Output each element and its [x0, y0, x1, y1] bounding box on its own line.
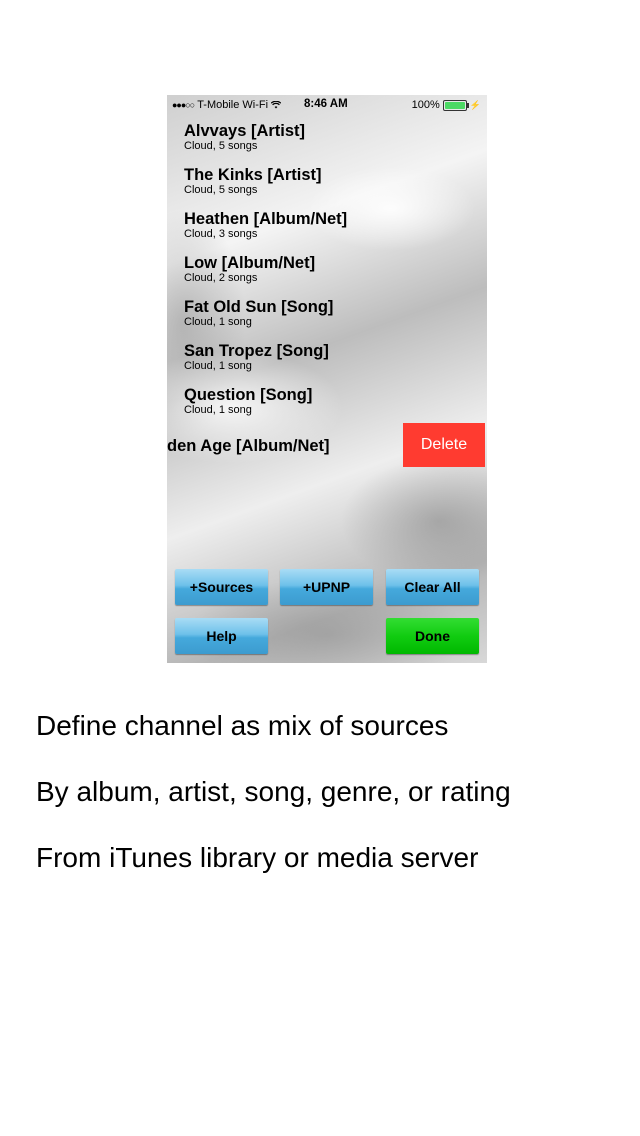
source-list: Alvvays [Artist] Cloud, 5 songs The Kink… — [167, 122, 474, 474]
item-title: Heathen [Album/Net] — [184, 210, 348, 228]
item-subtitle: Cloud, 2 songs — [184, 272, 258, 284]
done-button[interactable]: Done — [386, 618, 479, 654]
item-title: Low [Album/Net] — [184, 254, 316, 272]
status-bar: ●●●○○ T-Mobile Wi-Fi 8:46 AM 100% ⚡ — [167, 95, 487, 115]
item-title: Alvvays [Artist] — [184, 122, 306, 140]
clear-all-button[interactable]: Clear All — [386, 569, 479, 605]
wifi-icon — [271, 101, 282, 109]
item-subtitle: Cloud, 3 songs — [184, 228, 258, 240]
item-subtitle: Cloud, 5 songs — [184, 184, 258, 196]
item-subtitle: Cloud, 1 song — [184, 360, 252, 372]
add-sources-button[interactable]: +Sources — [175, 569, 268, 605]
phone-screenshot: ●●●○○ T-Mobile Wi-Fi 8:46 AM 100% ⚡ Alvv… — [167, 95, 487, 663]
list-item[interactable]: Low [Album/Net] Cloud, 2 songs — [184, 254, 474, 298]
signal-strength-icon: ●●●○○ — [172, 100, 195, 110]
list-item[interactable]: Fat Old Sun [Song] Cloud, 1 song — [184, 298, 474, 342]
help-button[interactable]: Help — [175, 618, 268, 654]
item-subtitle: Cloud, 5 songs — [184, 140, 258, 152]
item-subtitle: Cloud, 1 song — [184, 404, 252, 416]
caption-line-2: By album, artist, song, genre, or rating — [36, 776, 511, 807]
caption-line-1: Define channel as mix of sources — [36, 710, 449, 741]
item-subtitle: Cloud, 1 song — [184, 316, 252, 328]
caption-line-3: From iTunes library or media server — [36, 842, 479, 873]
list-item[interactable]: Heathen [Album/Net] Cloud, 3 songs — [184, 210, 474, 254]
battery-percent: 100% — [411, 99, 440, 111]
battery-icon — [442, 99, 469, 111]
carrier-label: T-Mobile Wi-Fi — [197, 99, 269, 111]
item-title: Question [Song] — [184, 386, 313, 404]
charging-icon: ⚡ — [469, 99, 481, 110]
item-title: Fat Old Sun [Song] — [184, 298, 334, 316]
add-upnp-button[interactable]: +UPNP — [280, 569, 373, 605]
delete-button[interactable]: Delete — [403, 423, 485, 467]
item-title: den Age [Album/Net] — [167, 437, 330, 455]
list-item[interactable]: San Tropez [Song] Cloud, 1 song — [184, 342, 474, 386]
list-item[interactable]: The Kinks [Artist] Cloud, 5 songs — [184, 166, 474, 210]
list-item[interactable]: Alvvays [Artist] Cloud, 5 songs — [184, 122, 474, 166]
item-title: San Tropez [Song] — [184, 342, 329, 360]
item-title: The Kinks [Artist] — [184, 166, 322, 184]
clock: 8:46 AM — [304, 98, 348, 110]
